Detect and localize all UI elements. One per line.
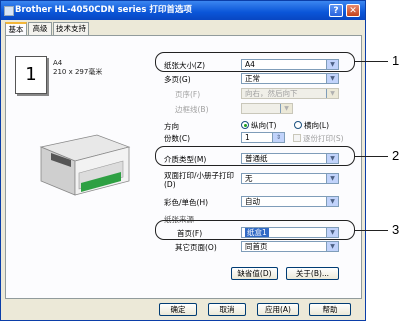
page-order-value: 向右，然后向下 (245, 89, 298, 98)
checkbox-icon (293, 134, 301, 142)
copies-input[interactable]: 1 ⇕ (241, 132, 285, 143)
multiple-pages-value: 正常 (245, 74, 260, 83)
callout-number-1: 1 (392, 53, 400, 68)
callout-leader-2 (355, 156, 388, 157)
callout-number-3: 3 (392, 222, 400, 237)
chevron-down-icon: ▼ (326, 89, 338, 98)
page-layout-preview: 1 (15, 56, 47, 94)
callout-leader-1 (355, 61, 388, 62)
printer-illustration (39, 134, 131, 196)
chevron-down-icon: ▼ (280, 104, 292, 113)
callout-outline-1 (155, 52, 355, 72)
chevron-down-icon: ▼ (326, 197, 338, 206)
chevron-down-icon: ▼ (326, 74, 338, 83)
about-button[interactable]: 关于(B)... (286, 267, 339, 280)
page-order-select[interactable]: 向右，然后向下 ▼ (241, 88, 339, 99)
copies-value: 1 (245, 133, 250, 142)
tab-support[interactable]: 技术支持 (53, 22, 89, 35)
other-pages-select[interactable]: 同首页 ▼ (241, 241, 339, 252)
spinner-arrows-icon[interactable]: ⇕ (272, 133, 284, 142)
tab-basic[interactable]: 基本 (5, 22, 27, 36)
duplex-value: 无 (245, 174, 253, 183)
printer-app-icon (4, 6, 14, 16)
multiple-pages-select[interactable]: 正常 ▼ (241, 73, 339, 84)
orientation-label: 方向 (164, 122, 179, 131)
orientation-landscape-option[interactable]: 横向(L) (294, 120, 329, 131)
orientation-portrait-option[interactable]: 纵向(T) (241, 120, 276, 131)
color-mode-value: 自动 (245, 197, 260, 206)
paper-size-name: A4 (53, 59, 63, 67)
title-bar: Brother HL-4050CDN series 打印首选项 ? ✕ (1, 1, 365, 20)
paper-size-description: A4 210 x 297毫米 (53, 59, 102, 77)
paper-size-dimensions: 210 x 297毫米 (53, 68, 103, 76)
apply-button[interactable]: 应用(A) (257, 303, 299, 316)
color-mode-select[interactable]: 自动 ▼ (241, 196, 339, 207)
chevron-down-icon: ▼ (326, 174, 338, 183)
callout-outline-2 (155, 146, 355, 166)
other-pages-value: 同首页 (245, 242, 268, 251)
page-order-label: 页序(F) (175, 90, 201, 99)
collate-option[interactable]: 逐份打印(S) (293, 133, 344, 144)
collate-label: 逐份打印(S) (303, 134, 344, 143)
callout-leader-3 (355, 230, 388, 231)
multiple-pages-label: 多页(G) (164, 75, 191, 84)
window-title: Brother HL-4050CDN series 打印首选项 (15, 5, 192, 15)
default-button[interactable]: 缺省值(D) (231, 267, 278, 280)
ok-button[interactable]: 确定 (159, 303, 197, 316)
chevron-down-icon: ▼ (326, 242, 338, 251)
border-line-label: 边框线(B) (175, 105, 209, 114)
color-mode-label: 彩色/单色(H) (164, 198, 209, 207)
tab-advanced[interactable]: 高级 (28, 22, 52, 35)
close-window-button[interactable]: ✕ (346, 4, 360, 17)
portrait-label: 纵向(T) (251, 121, 277, 130)
radio-empty-icon (294, 121, 302, 129)
help-titlebar-button[interactable]: ? (329, 4, 343, 17)
cancel-button[interactable]: 取消 (208, 303, 246, 316)
callout-outline-3 (155, 220, 355, 240)
copies-label: 份数(C) (164, 134, 191, 143)
border-line-select[interactable]: ▼ (241, 103, 293, 114)
duplex-select[interactable]: 无 ▼ (241, 173, 339, 184)
duplex-label: 双面打印/小册子打印(D) (164, 171, 235, 189)
radio-selected-icon (241, 121, 249, 129)
other-pages-label: 其它页面(O) (175, 243, 217, 252)
help-button[interactable]: 帮助 (309, 303, 351, 316)
landscape-label: 横向(L) (304, 121, 330, 130)
callout-number-2: 2 (392, 148, 400, 163)
